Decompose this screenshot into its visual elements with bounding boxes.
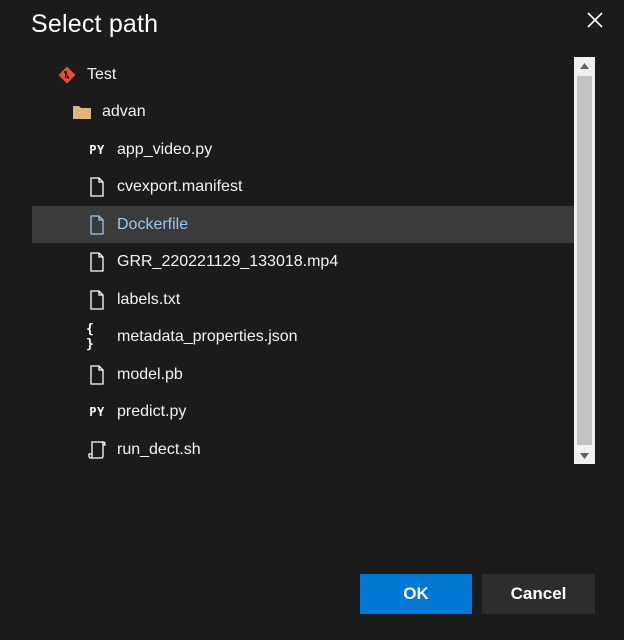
git-repo-icon (56, 64, 78, 86)
tree-item-model-pb[interactable]: model.pb (32, 356, 574, 393)
tree-item-label: cvexport.manifest (117, 177, 243, 195)
tree-item-label: app_video.py (117, 140, 213, 158)
scroll-down-icon (580, 452, 589, 459)
file-icon (86, 176, 108, 198)
tree-item-label: Test (87, 65, 117, 83)
file-tree: Test advan PY app_video.py cvexport.mani… (32, 56, 574, 464)
python-file-icon: PY (89, 404, 105, 419)
tree-item-label: GRR_220221129_133018.mp4 (117, 252, 339, 270)
folder-icon (71, 101, 93, 123)
tree-item-label: metadata_properties.json (117, 327, 298, 345)
close-button[interactable] (583, 8, 607, 32)
tree-item-predict-py[interactable]: PY predict.py (32, 393, 574, 430)
tree-item-label: run_dect.sh (117, 440, 201, 458)
tree-item-grr-mp4[interactable]: GRR_220221129_133018.mp4 (32, 243, 574, 280)
tree-item-advan[interactable]: advan (32, 93, 574, 130)
tree-item-label: Dockerfile (117, 215, 189, 233)
tree-item-test[interactable]: Test (32, 56, 574, 93)
tree-item-label: labels.txt (117, 290, 181, 308)
dialog-title: Select path (31, 10, 159, 38)
tree-item-cvexport-manifest[interactable]: cvexport.manifest (32, 168, 574, 205)
file-icon (86, 289, 108, 311)
scroll-up-button[interactable] (574, 57, 595, 74)
python-file-icon: PY (89, 142, 105, 157)
scroll-up-icon (580, 62, 589, 69)
tree-item-label: predict.py (117, 402, 187, 420)
tree-item-metadata-json[interactable]: { } metadata_properties.json (32, 318, 574, 355)
tree-item-dockerfile[interactable]: Dockerfile (32, 206, 574, 243)
cancel-button[interactable]: Cancel (482, 574, 595, 614)
tree-item-run-dect-sh[interactable]: run_dect.sh (32, 431, 574, 464)
close-icon (587, 12, 603, 28)
file-icon (86, 214, 108, 236)
ok-button[interactable]: OK (360, 574, 472, 614)
file-icon (86, 364, 108, 386)
scrollbar-thumb[interactable] (577, 76, 592, 445)
tree-item-label: advan (102, 102, 146, 120)
tree-scrollbar[interactable] (574, 57, 595, 464)
tree-item-label: model.pb (117, 365, 183, 383)
json-file-icon: { } (86, 321, 96, 352)
file-icon (86, 251, 108, 273)
scroll-down-button[interactable] (574, 447, 595, 464)
tree-item-app-video-py[interactable]: PY app_video.py (32, 131, 574, 168)
tree-item-labels-txt[interactable]: labels.txt (32, 281, 574, 318)
script-file-icon (86, 439, 108, 461)
select-path-dialog: Select path Test advan PY app_video.py c… (0, 0, 624, 640)
